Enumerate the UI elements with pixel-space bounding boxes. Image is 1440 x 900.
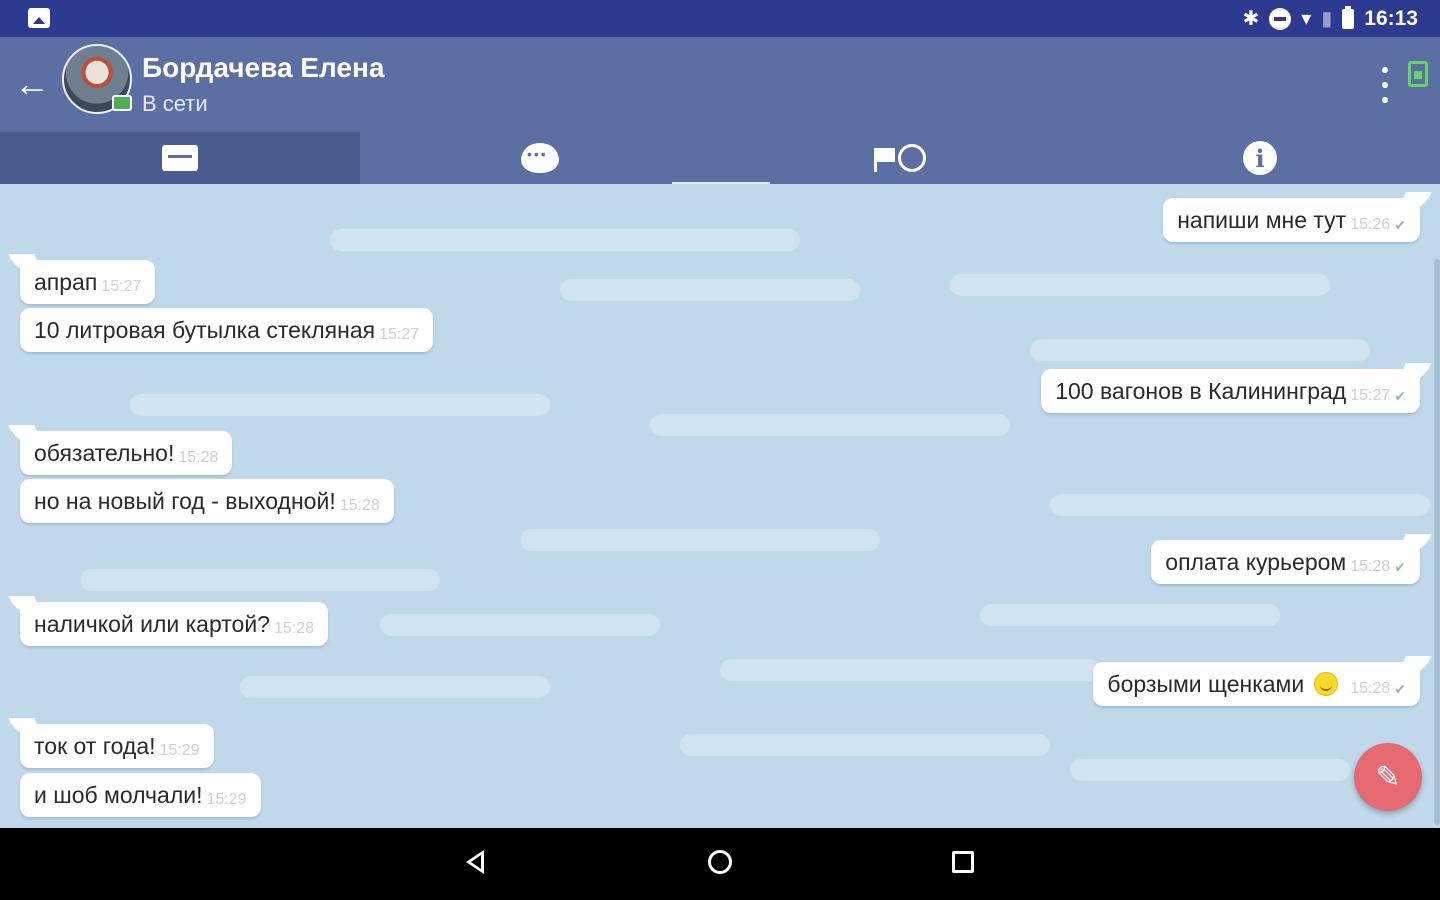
message-time: 15:28 (273, 620, 314, 637)
message-time: 15:27 (101, 278, 142, 295)
flag-icon (874, 148, 895, 172)
nav-recents-icon[interactable] (952, 851, 974, 873)
message-time: 15:29 (159, 742, 200, 759)
message-time: 15:28 (1350, 558, 1391, 575)
message-text: 10 литровая бутылка стекляная (34, 316, 376, 343)
message-text: борзыми щенками (1107, 670, 1305, 697)
tab-chat[interactable] (360, 132, 720, 184)
chat-area[interactable]: напиши мне тут 15:26 ✔ апрап 15:27 10 ли… (0, 184, 1440, 828)
tab-reminders[interactable] (720, 132, 1080, 184)
compose-button[interactable]: ✎ (1354, 743, 1422, 811)
message-bubble-outgoing[interactable]: 100 вагонов в Калининград 15:27 ✔ (1041, 369, 1420, 413)
message-text: напиши мне тут (1177, 206, 1347, 233)
message-bubble-incoming[interactable]: 10 литровая бутылка стекляная 15:27 (20, 308, 434, 352)
more-vert-icon[interactable] (1374, 67, 1396, 103)
no-sim-icon: ▮ (1321, 7, 1333, 30)
smile-emoji-icon (1314, 672, 1339, 696)
alarm-icon (898, 144, 926, 172)
tab-bar: i (0, 132, 1440, 184)
background-cloud (950, 274, 1330, 296)
background-cloud (240, 676, 550, 698)
message-time: 15:27 (379, 326, 420, 343)
message-time: 15:28 (339, 497, 380, 514)
pencil-icon: ✎ (1375, 760, 1401, 794)
back-arrow-icon[interactable]: ← (12, 64, 52, 104)
chat-bubble-icon (521, 143, 559, 173)
message-text: апрап (34, 268, 98, 295)
background-cloud (1050, 494, 1430, 516)
read-check-icon: ✔ (1394, 216, 1406, 233)
status-time: 16:13 (1364, 6, 1418, 30)
background-cloud (980, 604, 1280, 626)
tab-folder[interactable] (0, 132, 360, 184)
message-text: ток от года! (34, 732, 156, 759)
contact-status: В сети (142, 91, 208, 116)
status-bar: ✱ ▾ ▮ 16:13 (0, 0, 1440, 37)
background-cloud (520, 529, 880, 551)
message-time: 15:28 (1350, 680, 1391, 697)
background-cloud (560, 279, 860, 301)
nav-home-icon[interactable] (708, 850, 732, 874)
message-time: 15:28 (178, 449, 219, 466)
background-cloud (1030, 339, 1370, 361)
read-check-icon: ✔ (1394, 387, 1406, 404)
background-cloud (720, 659, 1100, 681)
chat-header: ← Бордачева Елена В сети (0, 37, 1440, 132)
wifi-icon: ▾ (1301, 7, 1312, 30)
dnd-icon (1269, 7, 1292, 30)
nav-back-icon[interactable] (466, 850, 484, 874)
message-bubble-outgoing[interactable]: оплата курьером 15:28 ✔ (1151, 540, 1420, 584)
battery-icon (1342, 5, 1355, 29)
message-time: 15:26 (1350, 216, 1391, 233)
read-check-icon: ✔ (1394, 558, 1406, 575)
gallery-icon (28, 8, 50, 28)
message-text: 100 вагонов в Калининград (1055, 377, 1347, 404)
background-cloud (380, 614, 660, 636)
message-time: 15:27 (1350, 387, 1391, 404)
tab-info[interactable]: i (1080, 132, 1440, 184)
status-icons: ✱ ▾ ▮ 16:13 (1242, 0, 1418, 37)
background-cloud (130, 394, 550, 416)
message-text: и шоб молчали! (34, 781, 203, 808)
background-cloud (80, 569, 440, 591)
background-cloud (1070, 759, 1350, 781)
online-indicator-icon (112, 95, 132, 111)
background-cloud (680, 734, 1050, 756)
background-cloud (650, 414, 1010, 436)
info-icon: i (1243, 141, 1277, 175)
message-bubble-outgoing[interactable]: напиши мне тут 15:26 ✔ (1163, 198, 1420, 242)
message-bubble-incoming[interactable]: но на новый год - выходной! 15:28 (20, 479, 394, 523)
message-bubble-incoming[interactable]: и шоб молчали! 15:29 (20, 773, 261, 817)
message-bubble-outgoing[interactable]: борзыми щенками 15:28 ✔ (1093, 662, 1420, 706)
sim-card-icon[interactable] (1408, 61, 1428, 87)
message-text: обязательно! (34, 439, 175, 466)
message-bubble-incoming[interactable]: апрап 15:27 (20, 260, 156, 304)
system-nav-bar (0, 828, 1440, 900)
message-text: но на новый год - выходной! (34, 487, 336, 514)
contact-name[interactable]: Бордачева Елена (142, 52, 384, 84)
message-bubble-incoming[interactable]: обязательно! 15:28 (20, 431, 233, 475)
bluetooth-icon: ✱ (1242, 7, 1260, 30)
read-check-icon: ✔ (1394, 680, 1406, 697)
message-text: оплата курьером (1165, 548, 1347, 575)
message-time: 15:29 (206, 791, 247, 808)
background-cloud (330, 229, 800, 251)
folder-icon (162, 145, 198, 171)
message-bubble-incoming[interactable]: наличкой или картой? 15:28 (20, 602, 328, 646)
message-text: наличкой или картой? (34, 610, 270, 637)
flag-alarm-icon (874, 144, 926, 172)
message-bubble-incoming[interactable]: ток от года! 15:29 (20, 724, 214, 768)
chat-scrollbar[interactable] (1434, 259, 1440, 825)
